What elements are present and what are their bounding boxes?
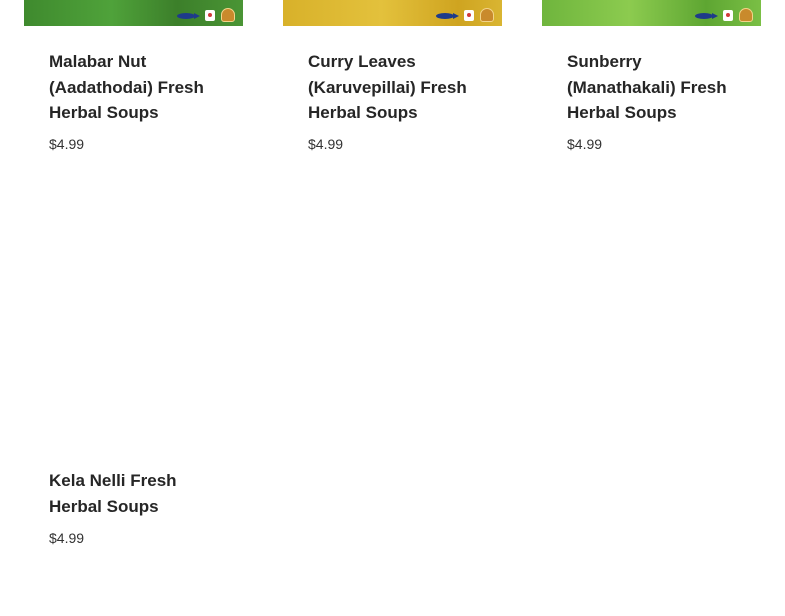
product-title-line: (Karuvepillai) Fresh	[308, 77, 467, 97]
product-image[interactable]	[24, 0, 243, 26]
product-price: $4.99	[49, 136, 85, 152]
product-title-line: Malabar Nut	[49, 52, 147, 71]
product-title[interactable]: Malabar Nut (Aadathodai) Fresh Herbal So…	[49, 49, 239, 126]
product-card-curry-leaves[interactable]: Curry Leaves (Karuvepillai) Fresh Herbal…	[283, 0, 502, 170]
fish-icon	[695, 13, 718, 19]
shirt-icon	[723, 10, 733, 21]
product-price: $4.99	[567, 136, 603, 152]
badge-icon	[480, 8, 494, 22]
product-title-line: Sunberry	[567, 52, 642, 71]
product-title-line: Kela Nelli Fresh	[49, 471, 177, 490]
product-image[interactable]	[542, 0, 761, 26]
fish-icon	[177, 13, 200, 19]
product-title-line: Herbal Soups	[308, 103, 418, 122]
product-title-line: Curry Leaves	[308, 52, 416, 71]
product-title-line: Herbal Soups	[49, 103, 159, 122]
product-card-kela-nelli[interactable]: Kela Nelli Fresh Herbal Soups $4.99	[24, 190, 243, 560]
fish-icon	[436, 13, 459, 19]
shirt-icon	[464, 10, 474, 21]
product-title-line: Herbal Soups	[49, 496, 159, 516]
product-price: $4.99	[308, 136, 344, 152]
product-card-malabar-nut[interactable]: Malabar Nut (Aadathodai) Fresh Herbal So…	[24, 0, 243, 170]
shirt-icon	[205, 10, 215, 21]
product-price: $4.99	[49, 530, 85, 546]
product-title-line: Herbal Soups	[567, 103, 677, 122]
badge-icon	[739, 8, 753, 22]
product-title-line: (Aadathodai) Fresh	[49, 77, 204, 97]
product-image[interactable]	[283, 0, 502, 26]
product-title[interactable]: Curry Leaves (Karuvepillai) Fresh Herbal…	[308, 49, 498, 126]
badge-icon	[221, 8, 235, 22]
product-card-sunberry[interactable]: Sunberry (Manathakali) Fresh Herbal Soup…	[542, 0, 761, 170]
product-title[interactable]: Sunberry (Manathakali) Fresh Herbal Soup…	[567, 49, 757, 126]
product-title-line: (Manathakali) Fresh	[567, 77, 727, 97]
product-title[interactable]: Kela Nelli Fresh Herbal Soups	[49, 468, 239, 519]
product-image[interactable]	[24, 190, 243, 440]
